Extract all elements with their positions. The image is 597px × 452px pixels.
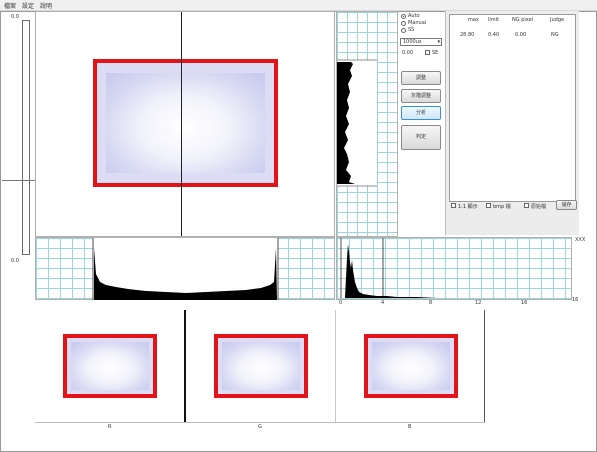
results-header-ng: NG pixel xyxy=(512,17,534,23)
histogram-fill xyxy=(345,244,437,298)
results-panel: max limit NG pixel Judge 28.80 0.40 0.00… xyxy=(445,11,579,235)
histogram-corner-label: XXX xyxy=(575,237,586,243)
histogram-svg xyxy=(340,238,437,298)
channel-r-view[interactable] xyxy=(35,310,185,422)
histogram-tick-4: 16 xyxy=(521,300,528,306)
results-cell-ng: 0.00 xyxy=(515,32,527,38)
exposure-select[interactable]: 1000us ▾ xyxy=(400,38,442,46)
mode-auto-radio[interactable] xyxy=(401,14,406,19)
channel-b-view[interactable] xyxy=(336,310,484,422)
adjust-button[interactable]: 調整 xyxy=(401,71,441,85)
channel-b-glow xyxy=(372,342,450,390)
channel-b-image xyxy=(364,334,458,398)
slider-top-label: 0.0 xyxy=(11,14,19,20)
histogram-tick-1: 4 xyxy=(381,300,385,306)
raw-checkbox[interactable] xyxy=(524,203,529,208)
menu-bar: 檔案 設定 說明 xyxy=(0,0,597,11)
slider-divider xyxy=(2,180,36,181)
crosshair-vertical[interactable] xyxy=(181,12,182,236)
menu-help[interactable]: 說明 xyxy=(40,1,52,10)
histogram-tick-2: 8 xyxy=(429,300,433,306)
results-header-judge: Judge xyxy=(550,17,565,23)
chevron-down-icon: ▾ xyxy=(437,39,440,45)
gain-slider[interactable] xyxy=(22,20,30,255)
channel-g-image xyxy=(214,334,308,398)
channel-r-image xyxy=(63,334,157,398)
scale-checkbox[interactable] xyxy=(451,203,456,208)
vertical-profile-plot xyxy=(336,11,398,237)
channel-r-glow xyxy=(71,342,149,390)
channel-g-label: G xyxy=(258,424,262,430)
channel-g-glow xyxy=(222,342,300,390)
exposure-select-value: 1000us xyxy=(403,39,422,45)
results-cell-judge: NG xyxy=(551,32,559,38)
raw-checkbox-label: 原始檔 xyxy=(531,204,547,210)
results-cell-max: 28.80 xyxy=(460,32,475,38)
bmp-checkbox-label: bmp 檔 xyxy=(493,204,511,210)
channel-baseline xyxy=(35,422,485,423)
bmp-checkbox[interactable] xyxy=(486,203,491,208)
sub-left-value: 0.00 xyxy=(402,50,414,56)
mode-third-radio[interactable] xyxy=(401,28,406,33)
channel-g-view[interactable] xyxy=(186,310,335,422)
histogram-tick-0: 0 xyxy=(339,300,343,306)
results-header-max: max xyxy=(468,17,479,23)
sub-right-checkbox[interactable] xyxy=(425,50,430,55)
mode-third-label: SS xyxy=(408,27,415,33)
results-header-limit: limit xyxy=(488,17,499,23)
sample-glow xyxy=(105,72,266,174)
save-button[interactable]: 儲存 xyxy=(556,200,577,210)
judge-button[interactable]: 判定 xyxy=(401,125,441,150)
mode-manual-label: Manual xyxy=(408,20,427,26)
results-cell-limit: 0.40 xyxy=(488,32,500,38)
analyze-button[interactable]: 分析 xyxy=(401,106,441,120)
scale-checkbox-label: 1:1 顯示 xyxy=(458,204,478,210)
channel-r-label: R xyxy=(108,424,112,430)
sub-right-label: SE xyxy=(432,50,439,56)
slider-bottom-label: 0.0 xyxy=(11,258,19,264)
menu-file[interactable]: 檔案 xyxy=(4,1,16,10)
histogram-end-label: 16 xyxy=(572,297,579,303)
sample-image xyxy=(93,59,278,187)
mode-manual-radio[interactable] xyxy=(401,21,406,26)
main-image-view[interactable] xyxy=(35,11,335,237)
channel-separator-3 xyxy=(484,310,485,422)
menu-settings[interactable]: 設定 xyxy=(22,1,34,10)
mode-auto-label: Auto xyxy=(408,13,420,19)
histogram-plot: 0 4 8 12 16 xyxy=(336,237,572,306)
horizontal-profile-plot xyxy=(35,237,335,300)
gray-adjust-button[interactable]: 灰階調整 xyxy=(401,89,441,103)
results-table: max limit NG pixel Judge 28.80 0.40 0.00… xyxy=(449,14,576,202)
horizontal-profile-svg xyxy=(92,238,279,300)
vertical-profile-svg xyxy=(337,59,377,187)
channel-b-label: B xyxy=(408,424,412,430)
histogram-tick-3: 12 xyxy=(475,300,482,306)
